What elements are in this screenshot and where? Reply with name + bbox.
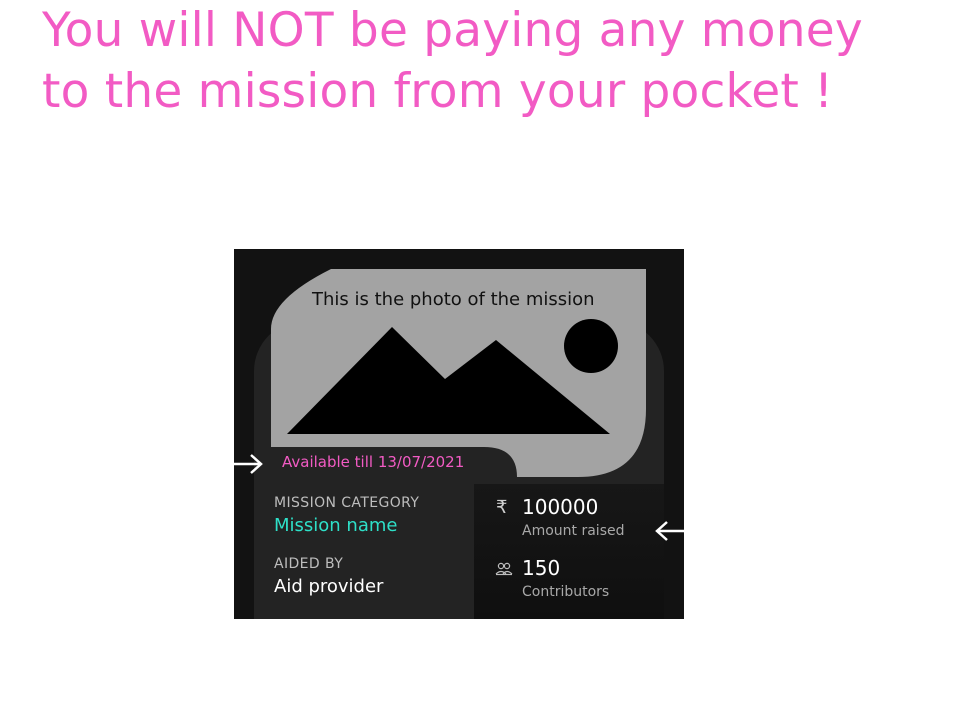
aided-by-label: AIDED BY: [274, 556, 344, 572]
arrow-right-icon: [234, 454, 263, 474]
headline-line-2: to the mission from your pocket !: [42, 64, 834, 119]
availability-text: Available till 13/07/2021: [282, 453, 465, 471]
contributors-label: Contributors: [522, 584, 610, 600]
arrow-left-icon: [655, 521, 684, 541]
aid-provider[interactable]: Aid provider: [274, 576, 383, 597]
rupee-icon: ₹: [496, 497, 508, 518]
mission-card-screenshot: This is the photo of the mission Availab…: [234, 249, 684, 619]
sun-icon: [564, 319, 618, 373]
headline-line-1: You will NOT be paying any money: [42, 3, 863, 58]
photo-caption: This is the photo of the mission: [312, 289, 595, 310]
amount-raised-label: Amount raised: [522, 523, 625, 539]
headline: You will NOT be paying any money to the …: [42, 0, 942, 122]
contributors-value: 150: [522, 556, 561, 580]
people-icon: [495, 562, 513, 576]
amount-value: 100000: [522, 495, 599, 519]
mission-name[interactable]: Mission name: [274, 515, 397, 536]
mission-category-label: MISSION CATEGORY: [274, 495, 420, 511]
